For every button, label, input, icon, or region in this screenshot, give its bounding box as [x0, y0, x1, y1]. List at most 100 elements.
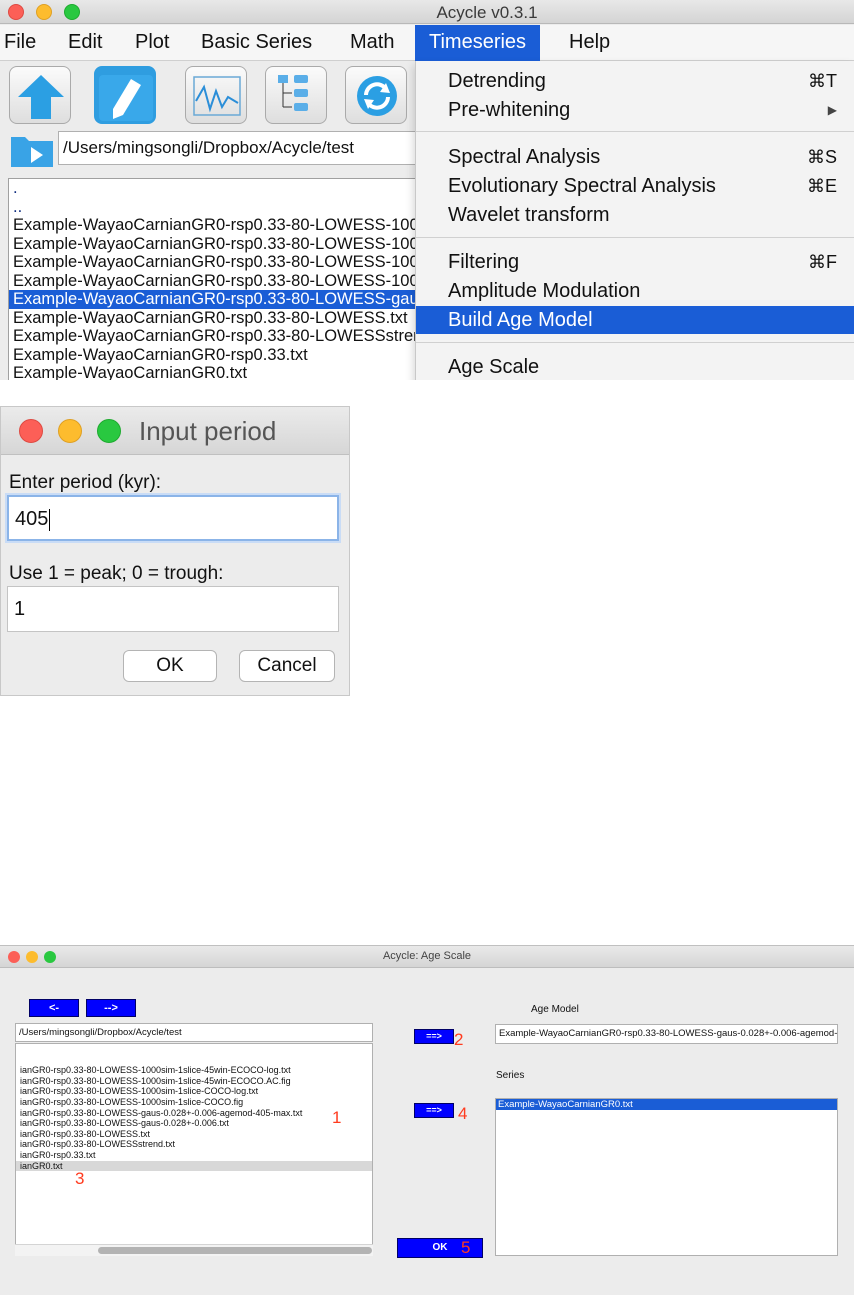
menu-item-label: Filtering — [448, 251, 520, 273]
dialog-zoom-button[interactable] — [97, 419, 121, 443]
dialog-title: Input period — [139, 416, 277, 446]
list-item[interactable] — [16, 1055, 372, 1066]
file-list-item[interactable]: Example-WayaoCarnianGR0.txt — [9, 364, 427, 380]
menu-item-build-age-model[interactable]: Build Age Model — [416, 306, 854, 334]
age-scale-window: Acycle: Age Scale <- --> /Users/mingsong… — [0, 945, 854, 1295]
tree-view-button[interactable] — [265, 66, 327, 124]
path-input[interactable]: /Users/mingsongli/Dropbox/Acycle/test — [58, 131, 418, 165]
age-scale-title: Acycle: Age Scale — [382, 950, 472, 962]
menu-item-amplitude-modulation[interactable]: Amplitude Modulation — [416, 277, 854, 305]
list-item[interactable]: ianGR0-rsp0.33-80-LOWESS-1000sim-1slice-… — [16, 1065, 372, 1076]
folder-pencil-icon — [99, 75, 153, 121]
series-list[interactable]: Example-WayaoCarnianGR0.txt — [495, 1098, 838, 1256]
plot-button[interactable] — [185, 66, 247, 124]
file-list-item[interactable]: Example-WayaoCarnianGR0-rsp0.33-80-LOWES… — [9, 272, 427, 291]
menu-item-label: Wavelet transform — [448, 204, 610, 226]
menu-item-age-scale[interactable]: Age Scale — [416, 353, 854, 380]
age-model-field[interactable]: Example-WayaoCarnianGR0-rsp0.33-80-LOWES… — [495, 1024, 838, 1044]
forward-button[interactable]: --> — [86, 999, 136, 1017]
menu-file[interactable]: File — [4, 31, 36, 54]
menu-basic-series[interactable]: Basic Series — [201, 31, 312, 54]
menu-item-detrending[interactable]: Detrending ⌘T — [416, 67, 854, 95]
list-item[interactable]: ianGR0-rsp0.33-80-LOWESS-1000sim-1slice-… — [16, 1086, 372, 1097]
shortcut-label: ⌘T — [808, 71, 837, 91]
peak-trough-label: Use 1 = peak; 0 = trough: — [9, 563, 224, 584]
file-list-item[interactable]: Example-WayaoCarnianGR0-rsp0.33-80-LOWES… — [9, 235, 427, 254]
timeseries-dropdown-menu: Detrending ⌘T Pre-whitening ▶ Spectral A… — [415, 61, 854, 380]
list-item[interactable]: ianGR0-rsp0.33-80-LOWESS-gaus-0.028+-0.0… — [16, 1118, 372, 1129]
list-item[interactable]: ianGR0-rsp0.33-80-LOWESS-1000sim-1slice-… — [16, 1076, 372, 1087]
menu-math[interactable]: Math — [350, 31, 394, 54]
series-label: Series — [496, 1070, 525, 1081]
up-folder-button[interactable] — [9, 66, 71, 124]
list-item-selected[interactable]: ianGR0.txt — [16, 1160, 372, 1172]
age-scale-path-input[interactable]: /Users/mingsongli/Dropbox/Acycle/test — [15, 1023, 373, 1042]
dialog-close-button[interactable] — [19, 419, 43, 443]
menu-item-pre-whitening[interactable]: Pre-whitening ▶ — [416, 96, 854, 124]
file-list-item-selected[interactable]: Example-WayaoCarnianGR0-rsp0.33-80-LOWES… — [9, 290, 427, 309]
file-list-item[interactable]: Example-WayaoCarnianGR0-rsp0.33-80-LOWES… — [9, 327, 427, 346]
file-list-item[interactable]: Example-WayaoCarnianGR0-rsp0.33-80-LOWES… — [9, 216, 427, 235]
peak-trough-value: 1 — [14, 598, 26, 620]
menu-timeseries[interactable]: Timeseries — [415, 25, 541, 61]
peak-trough-input[interactable]: 1 — [7, 586, 339, 632]
age-scale-file-list[interactable]: ianGR0-rsp0.33-80-LOWESS-1000sim-1slice-… — [15, 1043, 373, 1255]
menu-item-label: Pre-whitening — [448, 99, 571, 121]
menu-item-wavelet-transform[interactable]: Wavelet transform — [416, 201, 854, 229]
menu-item-label: Build Age Model — [448, 309, 593, 331]
dialog-minimize-button[interactable] — [58, 419, 82, 443]
menu-item-label: Spectral Analysis — [448, 146, 601, 168]
list-item[interactable]: ianGR0-rsp0.33-80-LOWESS-1000sim-1slice-… — [16, 1097, 372, 1108]
file-list-item[interactable]: Example-WayaoCarnianGR0-rsp0.33-80-LOWES… — [9, 309, 427, 328]
series-item-selected[interactable]: Example-WayaoCarnianGR0.txt — [496, 1099, 837, 1110]
up-arrow-icon — [18, 75, 64, 119]
main-window-title: Acycle v0.3.1 — [436, 3, 538, 22]
menu-plot[interactable]: Plot — [135, 31, 169, 54]
menu-separator — [416, 131, 854, 132]
period-label: Enter period (kyr): — [9, 472, 162, 493]
refresh-button[interactable] — [345, 66, 407, 124]
submenu-arrow-icon: ▶ — [827, 103, 837, 117]
menu-item-filtering[interactable]: Filtering ⌘F — [416, 248, 854, 276]
file-list[interactable]: . .. Example-WayaoCarnianGR0-rsp0.33-80-… — [8, 178, 428, 380]
age-scale-titlebar: Acycle: Age Scale — [0, 946, 854, 968]
list-item[interactable]: ianGR0-rsp0.33.txt — [16, 1150, 372, 1161]
horizontal-scrollbar[interactable] — [15, 1244, 373, 1256]
add-age-model-button[interactable]: ==> — [414, 1029, 454, 1044]
menu-item-label: Amplitude Modulation — [448, 280, 641, 302]
go-folder-button[interactable] — [9, 129, 55, 169]
edit-file-button[interactable] — [94, 66, 156, 124]
list-item[interactable]: ianGR0-rsp0.33-80-LOWESSstrend.txt — [16, 1139, 372, 1150]
menu-item-label: Age Scale — [448, 356, 540, 378]
file-list-item[interactable]: .. — [9, 198, 427, 217]
menu-item-evolutionary-spectral-analysis[interactable]: Evolutionary Spectral Analysis ⌘E — [416, 172, 854, 200]
folder-arrow-icon — [11, 137, 53, 167]
period-value: 405 — [15, 508, 49, 530]
dialog-titlebar: Input period — [1, 407, 349, 455]
menu-edit[interactable]: Edit — [68, 31, 102, 54]
shortcut-label: ⌘F — [808, 252, 837, 272]
scrollbar-thumb[interactable] — [98, 1247, 372, 1254]
period-input[interactable]: 405 — [7, 495, 339, 541]
file-list-item[interactable]: Example-WayaoCarnianGR0-rsp0.33.txt — [9, 346, 427, 365]
menu-separator — [416, 342, 854, 343]
file-list-item[interactable]: Example-WayaoCarnianGR0-rsp0.33-80-LOWES… — [9, 253, 427, 272]
step-marker-3: 3 — [75, 1169, 85, 1188]
ok-button[interactable]: OK — [123, 650, 217, 682]
list-item[interactable] — [16, 1044, 372, 1055]
menu-item-spectral-analysis[interactable]: Spectral Analysis ⌘S — [416, 143, 854, 171]
input-period-dialog: Input period Enter period (kyr): 405 Use… — [0, 406, 350, 696]
menu-help[interactable]: Help — [569, 31, 610, 54]
add-series-button[interactable]: ==> — [414, 1103, 454, 1118]
cancel-button[interactable]: Cancel — [239, 650, 335, 682]
age-model-label: Age Model — [531, 1004, 579, 1015]
menu-separator — [416, 237, 854, 238]
list-item[interactable]: ianGR0-rsp0.33-80-LOWESS.txt — [16, 1129, 372, 1140]
menu-item-label: Detrending — [448, 70, 546, 92]
list-item[interactable]: ianGR0-rsp0.33-80-LOWESS-gaus-0.028+-0.0… — [16, 1108, 372, 1119]
step-marker-1: 1 — [332, 1108, 342, 1127]
refresh-icon — [357, 76, 397, 116]
shortcut-label: ⌘E — [806, 176, 837, 196]
back-button[interactable]: <- — [29, 999, 79, 1017]
file-list-item[interactable]: . — [9, 179, 427, 198]
